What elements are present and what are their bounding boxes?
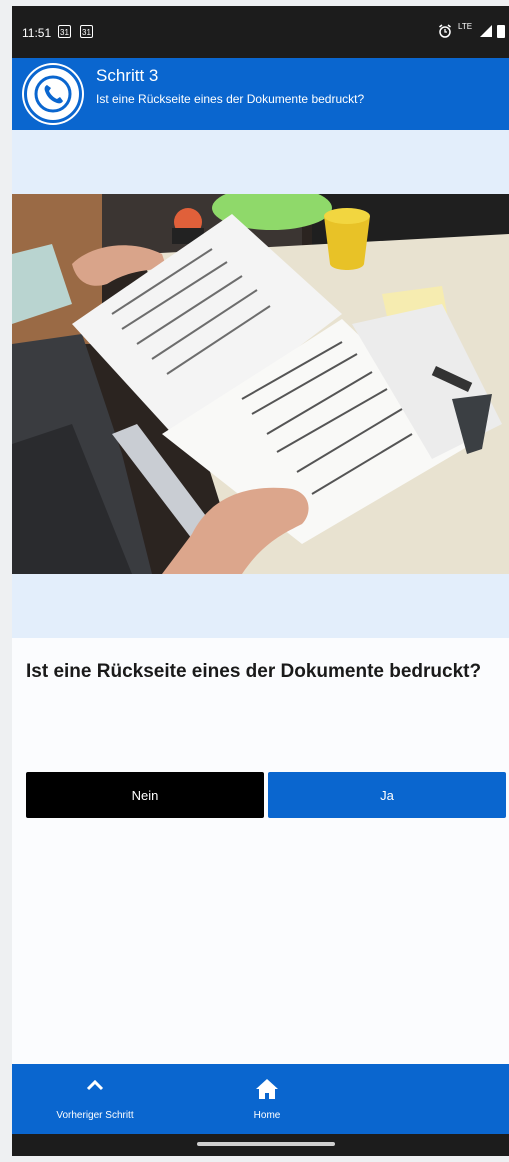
- battery-icon: [497, 24, 505, 38]
- previous-step-button[interactable]: Vorheriger Schritt: [30, 1064, 160, 1134]
- home-button[interactable]: Home: [232, 1064, 302, 1134]
- status-icons: LTE: [438, 22, 505, 42]
- chevron-up-icon: [86, 1079, 104, 1091]
- calendar-icon: 31: [58, 25, 71, 38]
- network-label: LTE: [458, 22, 473, 31]
- calendar-icon: 31: [80, 25, 93, 38]
- previous-step-label: Vorheriger Schritt: [56, 1110, 134, 1121]
- phone-screen: 11:51 31 31 LTE Schritt 3 Ist eine Rücks…: [12, 6, 509, 1156]
- app-header: Schritt 3 Ist eine Rückseite eines der D…: [12, 58, 509, 130]
- bottom-nav: Vorheriger Schritt Home: [12, 1064, 509, 1134]
- gesture-bar: [12, 1134, 509, 1156]
- home-icon: [256, 1079, 278, 1099]
- status-bar: 11:51 31 31 LTE: [12, 6, 509, 58]
- phone-icon[interactable]: [24, 65, 82, 123]
- status-time: 11:51: [22, 26, 52, 40]
- instruction-photo: [12, 194, 509, 574]
- question-text: Ist eine Rückseite eines der Dokumente b…: [26, 661, 482, 682]
- signal-icon: [479, 24, 492, 37]
- home-label: Home: [253, 1110, 281, 1121]
- yes-button[interactable]: Ja: [268, 772, 506, 818]
- no-button[interactable]: Nein: [26, 772, 264, 818]
- step-subtitle: Ist eine Rückseite eines der Dokumente b…: [96, 92, 365, 106]
- gesture-handle[interactable]: [197, 1142, 335, 1146]
- top-band: [12, 130, 509, 194]
- bottom-band: [12, 574, 509, 638]
- step-title: Schritt 3: [96, 66, 159, 85]
- alarm-icon: [438, 24, 451, 38]
